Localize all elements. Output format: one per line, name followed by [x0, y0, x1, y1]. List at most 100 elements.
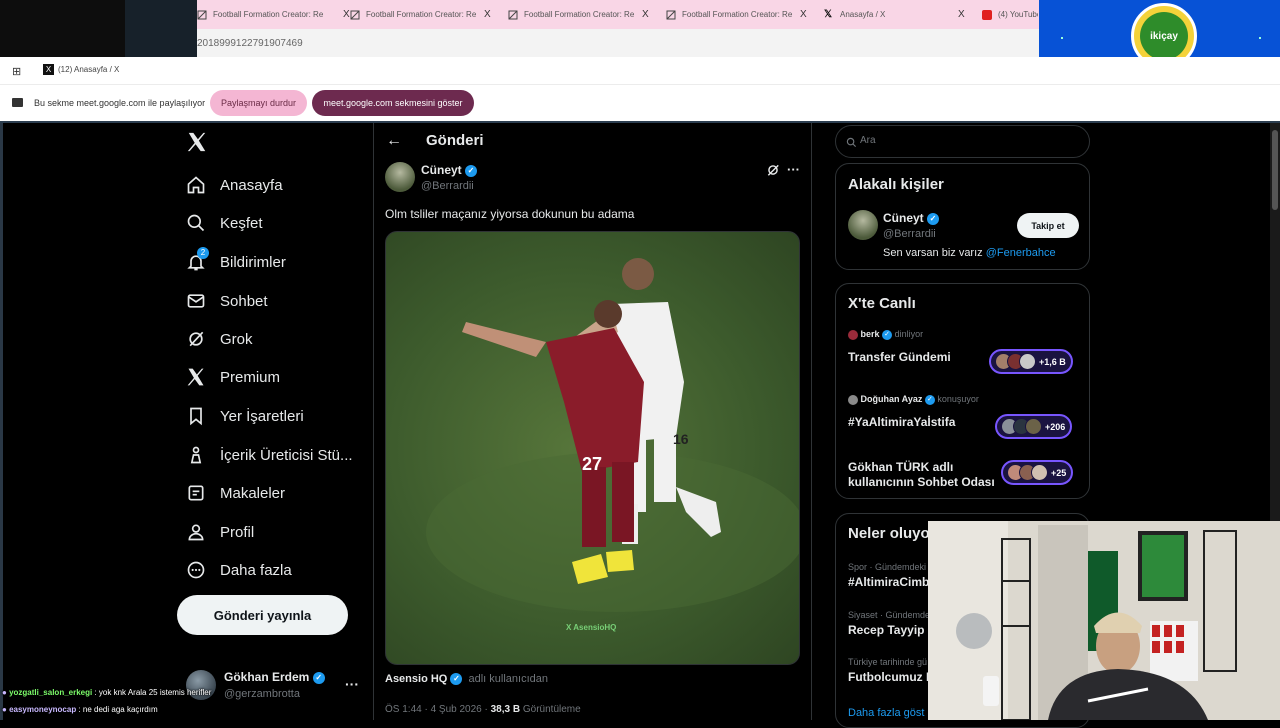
live-listeners-pill[interactable]: +25: [1001, 460, 1074, 485]
live-listeners-pill[interactable]: +206: [995, 414, 1073, 439]
related-title: Alakalı kişiler: [848, 176, 944, 193]
player-number-b: 16: [673, 431, 689, 447]
author-handle[interactable]: @Berrardii: [421, 180, 474, 192]
browser-tab-2[interactable]: Football Formation Creator: Re X: [350, 0, 508, 29]
notification-badge: 2: [197, 247, 209, 259]
nav-label: Yer İşaretleri: [220, 407, 304, 425]
source-name: Asensio HQ: [385, 673, 448, 685]
live-count: +1,6 B: [1039, 356, 1066, 367]
nav-articles[interactable]: Makaleler: [186, 478, 285, 508]
show-more-link[interactable]: Daha fazla göst: [848, 707, 924, 719]
account-menu-icon[interactable]: ···: [345, 676, 359, 692]
grid-icon[interactable]: ⊞: [12, 65, 21, 78]
close-icon[interactable]: X: [958, 9, 965, 20]
live-count: +25: [1051, 467, 1067, 478]
live-count: +206: [1045, 421, 1066, 432]
screen-corner-2: [125, 0, 197, 57]
chat-message: ● yozgatli_salon_erkegi : yok knk Arala …: [2, 688, 212, 697]
scrollbar-thumb[interactable]: [1272, 130, 1278, 210]
browser-tab-3[interactable]: Football Formation Creator: Re X: [508, 0, 666, 29]
live-listeners-pill[interactable]: +1,6 B: [989, 349, 1073, 374]
nav-creator-studio[interactable]: İçerik Üreticisi Stü...: [186, 440, 353, 470]
post-button[interactable]: Gönderi yayınla: [177, 595, 348, 635]
chat-text: : yok knk Arala 25 istemis herifler: [94, 688, 212, 697]
follow-button[interactable]: Takip et: [1017, 213, 1079, 238]
host-avatar: [848, 329, 858, 340]
nav-label: Makaleler: [220, 484, 286, 502]
tab-title[interactable]: (12) Anasayfa / X: [58, 65, 119, 74]
url-text: 2018999122791907469: [197, 38, 303, 49]
grok-icon: [186, 329, 206, 349]
nav-chat[interactable]: Sohbet: [186, 286, 268, 316]
account-name-row[interactable]: Gökhan Erdem ✓: [224, 670, 325, 684]
related-name: Cüneyt: [883, 211, 924, 225]
browser-tab-title: Football Formation Creator: Re: [524, 10, 635, 19]
search-input[interactable]: Ara: [835, 125, 1090, 158]
nav-label: Premium: [220, 368, 281, 386]
browser-tab-x[interactable]: 𝕏 Anasayfa / X X: [824, 0, 974, 29]
chat-user: easymoneynocap: [9, 705, 77, 714]
close-icon[interactable]: X: [642, 9, 649, 20]
bell-icon: 2: [186, 247, 209, 272]
trends-title: Neler oluyor: [848, 525, 936, 542]
author-name-row[interactable]: Cüneyt ✓: [421, 163, 478, 177]
live-space-title[interactable]: #YaAltimiraYaİstifa: [848, 415, 955, 429]
related-name-row[interactable]: Cüneyt ✓: [883, 211, 940, 225]
author-name: Cüneyt: [421, 163, 462, 177]
trend-name[interactable]: Recep Tayyip E: [848, 623, 936, 637]
nav-bookmarks[interactable]: Yer İşaretleri: [186, 401, 304, 431]
back-arrow-icon[interactable]: ←: [386, 132, 402, 150]
nav-profile[interactable]: Profil: [186, 517, 254, 547]
post-video[interactable]: 16 27 X AsensioHQ: [385, 231, 800, 665]
x-logo-icon: X: [43, 64, 54, 75]
post-more-icon[interactable]: ···: [787, 162, 800, 177]
related-bio-mention[interactable]: @Fenerbahce: [986, 247, 1056, 259]
nav-label: Grok: [220, 330, 253, 348]
close-icon[interactable]: X: [484, 9, 491, 20]
trend-name[interactable]: Futbolcumuz N: [848, 670, 935, 684]
nav-premium[interactable]: Premium: [186, 362, 280, 392]
x-logo-icon: 𝕏: [824, 8, 833, 20]
nav-explore[interactable]: Keşfet: [186, 208, 263, 238]
x-logo-icon[interactable]: [186, 131, 208, 153]
browser-tab-4[interactable]: Football Formation Creator: Re X: [666, 0, 824, 29]
nav-home[interactable]: Anasayfa: [186, 170, 283, 200]
document-icon: [666, 10, 676, 20]
browser-tab-title: Anasayfa / X: [840, 10, 886, 19]
trend-category: Spor · Gündemdeki: [848, 562, 927, 572]
chat-text: : ne dedi aga kaçırdım: [78, 705, 158, 714]
nav-grok[interactable]: Grok: [186, 324, 253, 354]
page-title: Gönderi: [426, 132, 484, 149]
nav-notifications[interactable]: 2 Bildirimler: [186, 247, 286, 277]
mail-icon: [186, 291, 206, 311]
nav-label: Bildirimler: [220, 253, 286, 271]
close-icon[interactable]: X: [343, 9, 350, 20]
trend-category: Türkiye tarihinde gü: [848, 657, 928, 667]
live-space-title[interactable]: Gökhan TÜRK adlı kullanıcının Sohbet Oda…: [848, 460, 998, 490]
document-icon: [508, 10, 518, 20]
author-avatar[interactable]: [385, 162, 415, 192]
browser-tab-youtube[interactable]: (4) YouTube: [982, 0, 1039, 29]
source-row[interactable]: Asensio HQ ✓ adlı kullanıcıdan: [385, 673, 548, 686]
stop-sharing-button[interactable]: Paylaşmayı durdur: [210, 90, 307, 116]
live-host-row: Doğuhan Ayaz ✓ konuşuyor: [848, 394, 979, 405]
related-avatar[interactable]: [848, 210, 878, 240]
source-suffix: adlı kullanıcıdan: [468, 673, 548, 685]
live-title: X'te Canlı: [848, 295, 916, 312]
close-icon[interactable]: X: [800, 9, 807, 20]
live-space-title[interactable]: Transfer Gündemi: [848, 350, 951, 364]
screen-share-bar: Bu sekme meet.google.com ile paylaşılıyo…: [0, 84, 1280, 121]
nav-label: Sohbet: [220, 292, 268, 310]
show-meet-tab-button[interactable]: meet.google.com sekmesini göster: [312, 90, 474, 116]
verified-icon: ✓: [312, 671, 325, 684]
live-host-row: berk ✓ dinliyor: [848, 329, 923, 340]
nav-more[interactable]: Daha fazla: [186, 555, 292, 585]
verified-icon: ✓: [924, 394, 935, 405]
address-bar[interactable]: 2018999122791907469: [197, 29, 1039, 57]
browser-tab-title: Football Formation Creator: Re: [366, 10, 477, 19]
grok-icon[interactable]: [766, 163, 780, 182]
browser-tab-1[interactable]: Football Formation Creator: Re X: [197, 0, 355, 29]
tab-row: ⊞ X (12) Anasayfa / X: [0, 57, 1280, 84]
player-number-a: 27: [582, 454, 602, 474]
post-meta: ÖS 1:44 · 4 Şub 2026 · 38,3 B Görüntülem…: [385, 704, 581, 715]
